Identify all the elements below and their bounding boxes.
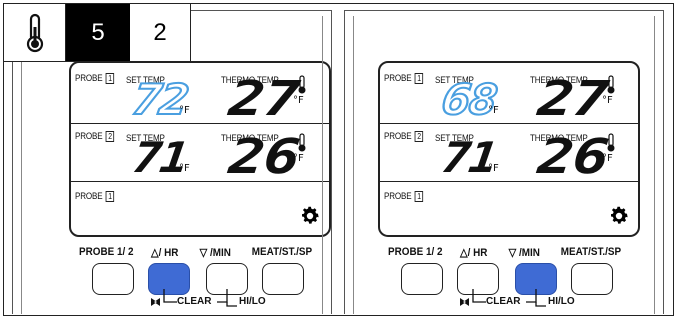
set-temp-unit: °F — [179, 163, 190, 174]
thermometer-icon — [4, 4, 66, 61]
thermo-temp-value: 26 — [535, 129, 611, 185]
set-temp-unit: °F — [179, 105, 190, 116]
current-step-number: 5 — [66, 4, 130, 61]
probe-toggle-label: PROBE 1/ 2 — [388, 246, 443, 258]
set-temp-unit: °F — [488, 163, 499, 174]
lcd-row-probe1: PROBE 1 SET TEMP 72 °F THERMO TEMP 27 °F — [71, 65, 329, 127]
probe-number: 1 — [414, 191, 424, 202]
min-down-label: ▽ /MIN — [199, 247, 231, 259]
clear-label: CLEAR — [486, 296, 521, 307]
thermo-temp-unit: °F — [293, 153, 304, 164]
meat-label: MEAT/ST./SP — [251, 246, 313, 258]
thermometer-icon — [607, 133, 615, 152]
thermo-temp-value: 27 — [535, 71, 611, 127]
lcd-row-probe1: PROBE 1 SET TEMP 68 °F THERMO TEMP 27 °F — [380, 65, 638, 127]
thermometer-icon — [298, 133, 306, 152]
probe-number: 2 — [414, 131, 424, 142]
lcd-row-probe-footer: PROBE 1 — [380, 183, 638, 241]
gear-icon[interactable] — [299, 205, 321, 227]
hour-up-label: △/ HR — [151, 247, 179, 259]
thermometer-icon — [607, 75, 615, 94]
probe-toggle-button[interactable] — [401, 263, 443, 295]
meat-button[interactable] — [571, 263, 613, 295]
thermo-temp-value: 26 — [226, 129, 302, 185]
thermo-temp-unit: °F — [293, 95, 304, 106]
clear-label: CLEAR — [177, 296, 212, 307]
gear-icon[interactable] — [608, 205, 630, 227]
lcd-display: PROBE 1 SET TEMP 68 °F THERMO TEMP 27 °F … — [378, 61, 640, 237]
hour-up-label: △/ HR — [460, 247, 488, 259]
meat-label: MEAT/ST./SP — [560, 246, 622, 258]
probe-toggle-label: PROBE 1/ 2 — [79, 246, 134, 258]
thermo-temp-unit: °F — [602, 95, 613, 106]
device-panel-right: PROBE 1 SET TEMP 68 °F THERMO TEMP 27 °F … — [344, 10, 664, 314]
probe-label: PROBE — [384, 131, 412, 143]
probe-label: PROBE — [75, 131, 103, 143]
hilo-label: HI/LO — [239, 296, 266, 307]
min-down-label: ▽ /MIN — [508, 247, 540, 259]
thermometer-icon — [298, 75, 306, 94]
probe-label: PROBE — [384, 191, 412, 203]
thermo-temp-value: 27 — [226, 71, 302, 127]
probe-number: 2 — [105, 131, 115, 142]
hilo-label: HI/LO — [548, 296, 575, 307]
probe-number: 1 — [105, 191, 115, 202]
next-step-number: 2 — [153, 18, 167, 46]
lcd-display: PROBE 1 SET TEMP 72 °F THERMO TEMP 27 °F … — [69, 61, 331, 237]
probe-number: 1 — [105, 73, 115, 84]
step-bar: 5 2 — [3, 3, 191, 62]
lcd-row-probe2: PROBE 2 SET TEMP 71 °F THERMO TEMP 26 °F — [71, 123, 329, 185]
probe-number: 1 — [414, 73, 424, 84]
lcd-row-probe-footer: PROBE 1 — [71, 183, 329, 241]
probe-label: PROBE — [384, 73, 412, 85]
probe-label: PROBE — [75, 191, 103, 203]
thermo-temp-unit: °F — [602, 153, 613, 164]
lcd-row-probe2: PROBE 2 SET TEMP 71 °F THERMO TEMP 26 °F — [380, 123, 638, 185]
meat-button[interactable] — [262, 263, 304, 295]
set-temp-unit: °F — [488, 105, 499, 116]
probe-label: PROBE — [75, 73, 103, 85]
probe-toggle-button[interactable] — [92, 263, 134, 295]
